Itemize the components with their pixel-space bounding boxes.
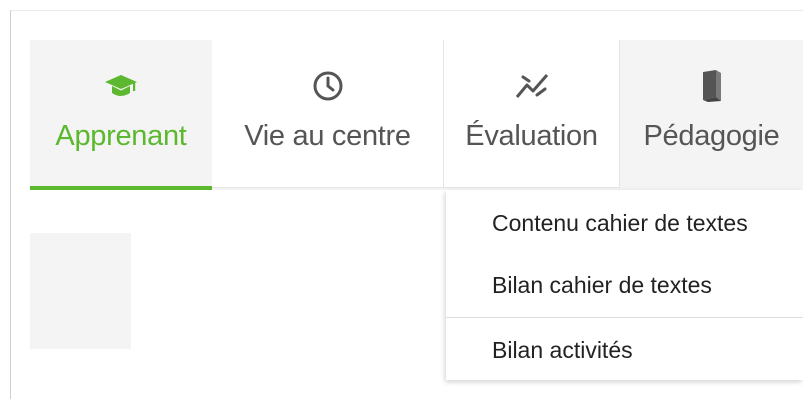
content-placeholder [30, 233, 131, 349]
tab-evaluation[interactable]: Évaluation [444, 40, 620, 188]
tab-vie-au-centre[interactable]: Vie au centre [212, 40, 444, 188]
tab-apprenant[interactable]: Apprenant [30, 40, 212, 190]
menu-divider [446, 317, 803, 318]
graduation-cap-icon [104, 68, 138, 104]
clock-icon [312, 68, 344, 104]
menu-item-contenu-cahier-de-textes[interactable]: Contenu cahier de textes [492, 210, 748, 237]
tab-apprenant-label: Apprenant [55, 120, 187, 152]
tab-pedagogie-label: Pédagogie [643, 120, 780, 152]
tab-pedagogie[interactable]: Pédagogie [620, 40, 803, 190]
pedagogie-dropdown-menu: Contenu cahier de textes Bilan cahier de… [446, 190, 803, 380]
chart-line-icon [515, 68, 549, 104]
tab-evaluation-label: Évaluation [465, 120, 598, 152]
menu-item-bilan-activites[interactable]: Bilan activités [492, 337, 633, 364]
menu-item-bilan-cahier-de-textes[interactable]: Bilan cahier de textes [492, 272, 712, 299]
tab-vie-au-centre-label: Vie au centre [244, 120, 411, 152]
book-icon [700, 68, 724, 104]
